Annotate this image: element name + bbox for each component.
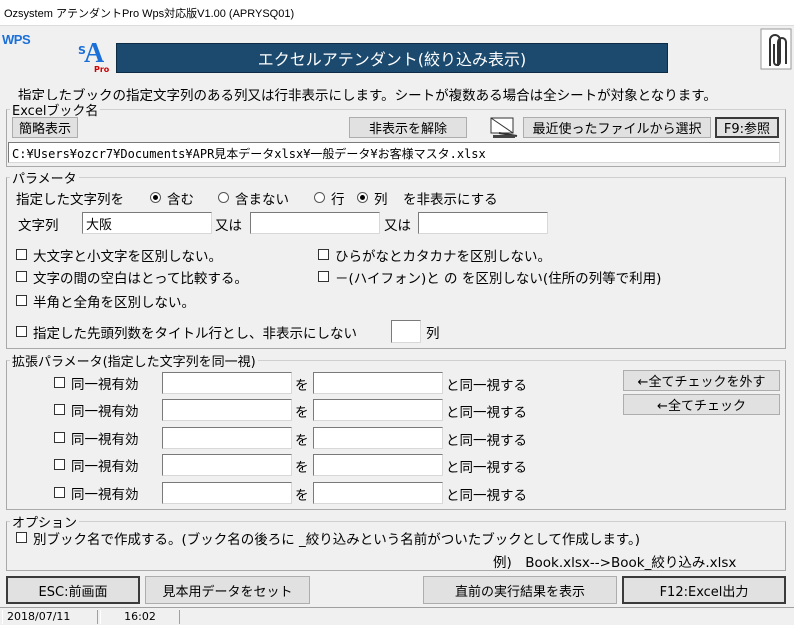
mode-suffix-label: を非表示にする [403, 192, 498, 208]
string-label: 文字列 [18, 218, 59, 234]
identity-input-to[interactable] [313, 454, 443, 476]
title-rows-input[interactable] [391, 320, 421, 343]
separate-book-label: 別ブック名で作成する。(ブック名の後ろに _絞り込みという名前がついたブックとし… [33, 532, 641, 548]
hyphen-label: －(ハイフォン)と の を区別しない(住所の列等で利用) [335, 271, 662, 287]
radio-column-label: 列 [374, 192, 388, 208]
identity-wo: を [295, 433, 309, 449]
case-label: 大文字と小文字を区別しない。 [33, 249, 222, 265]
separate-book-checkbox[interactable] [16, 532, 27, 543]
extended-params-legend: 拡張パラメータ(指定した文字列を同一視) [10, 351, 258, 370]
title-rows-unit: 列 [426, 326, 440, 342]
recent-files-button[interactable]: 最近使ったファイルから選択 [523, 117, 711, 138]
or-label-2: 又は [384, 218, 411, 234]
identity-input-to[interactable] [313, 399, 443, 421]
title-rows-label: 指定した先頭列数をタイトル行とし、非表示にしない [33, 326, 357, 342]
string-input-2[interactable] [250, 212, 380, 234]
radio-include-label: 含む [167, 192, 194, 208]
browse-button[interactable]: F9:参照 [715, 117, 779, 138]
identity-label: 同一視有効 [71, 432, 139, 448]
width-checkbox[interactable] [16, 295, 27, 306]
space-label: 文字の間の空白はとって比較する。 [33, 271, 248, 287]
identity-label: 同一視有効 [71, 487, 139, 503]
identity-suffix: と同一視する [446, 488, 527, 504]
status-bar: 2018/07/11 16:02 [0, 607, 794, 625]
identity-input-from[interactable] [162, 399, 292, 421]
parameters-legend: パラメータ [10, 168, 79, 187]
radio-exclude[interactable] [218, 192, 229, 203]
example-text: 例) Book.xlsx-->Book_絞り込み.xlsx [493, 555, 737, 571]
identity-checkbox[interactable] [54, 404, 65, 415]
width-label: 半角と全角を区別しない。 [33, 295, 195, 311]
status-time: 16:02 [100, 610, 180, 624]
identity-input-to[interactable] [313, 427, 443, 449]
identity-checkbox[interactable] [54, 487, 65, 498]
radio-exclude-label: 含まない [235, 192, 289, 208]
radio-include[interactable] [150, 192, 161, 203]
identity-input-to[interactable] [313, 482, 443, 504]
set-sample-data-button[interactable]: 見本用データをセット [145, 576, 310, 604]
identity-input-to[interactable] [313, 372, 443, 394]
identity-input-from[interactable] [162, 427, 292, 449]
window-title: Ozsystem アテンダントPro Wps対応版V1.00 (APRYSQ01… [4, 8, 295, 20]
identity-suffix: と同一視する [446, 405, 527, 421]
identity-label: 同一視有効 [71, 459, 139, 475]
radio-column[interactable] [357, 192, 368, 203]
identity-input-from[interactable] [162, 372, 292, 394]
book-path-field[interactable]: C:¥Users¥ozcr7¥Documents¥APR見本データxlsx¥一般… [8, 142, 780, 163]
identity-checkbox[interactable] [54, 377, 65, 388]
identity-checkbox[interactable] [54, 432, 65, 443]
banner-title: エクセルアテンダント(絞り込み表示) [116, 43, 668, 73]
radio-row-label: 行 [331, 192, 345, 208]
mode-prefix-label: 指定した文字列を [16, 192, 124, 208]
simple-view-button[interactable]: 簡略表示 [12, 117, 78, 138]
identity-label: 同一視有効 [71, 404, 139, 420]
string-input-3[interactable] [418, 212, 548, 234]
or-label-1: 又は [215, 218, 242, 234]
radio-row[interactable] [314, 192, 325, 203]
identity-label: 同一視有効 [71, 377, 139, 393]
hiragana-label: ひらがなとカタカナを区別しない。 [335, 249, 551, 265]
uncheck-all-button[interactable]: ←全てチェックを外す [623, 370, 780, 391]
status-date: 2018/07/11 [2, 610, 98, 624]
space-checkbox[interactable] [16, 271, 27, 282]
identity-wo: を [295, 405, 309, 421]
check-all-button[interactable]: ←全てチェック [623, 394, 780, 415]
identity-checkbox[interactable] [54, 459, 65, 470]
last-result-button[interactable]: 直前の実行結果を表示 [423, 576, 617, 604]
identity-input-from[interactable] [162, 454, 292, 476]
identity-wo: を [295, 460, 309, 476]
hiragana-checkbox[interactable] [318, 249, 329, 260]
esc-back-button[interactable]: ESC:前画面 [6, 576, 140, 604]
logo-sub: Pro [94, 65, 110, 74]
hyphen-checkbox[interactable] [318, 271, 329, 282]
identity-suffix: と同一視する [446, 433, 527, 449]
paperclip-icon [760, 28, 792, 70]
identity-suffix: と同一視する [446, 378, 527, 394]
identity-input-from[interactable] [162, 482, 292, 504]
unhide-button[interactable]: 非表示を解除 [349, 117, 467, 138]
title-rows-checkbox[interactable] [16, 326, 27, 337]
description-text: 指定したブックの指定文字列のある列又は行非表示にします。シートが複数ある場合は全… [18, 88, 717, 104]
recent-files-icon[interactable] [489, 115, 519, 139]
case-checkbox[interactable] [16, 249, 27, 260]
string-input-1[interactable]: 大阪 [82, 212, 212, 234]
identity-suffix: と同一視する [446, 460, 527, 476]
excel-output-button[interactable]: F12:Excel出力 [622, 576, 786, 604]
title-bar: Ozsystem アテンダントPro Wps対応版V1.00 (APRYSQ01… [0, 0, 794, 26]
identity-wo: を [295, 488, 309, 504]
identity-wo: を [295, 378, 309, 394]
wps-label: WPS [2, 32, 31, 47]
app-logo: S A Pro [78, 38, 114, 74]
